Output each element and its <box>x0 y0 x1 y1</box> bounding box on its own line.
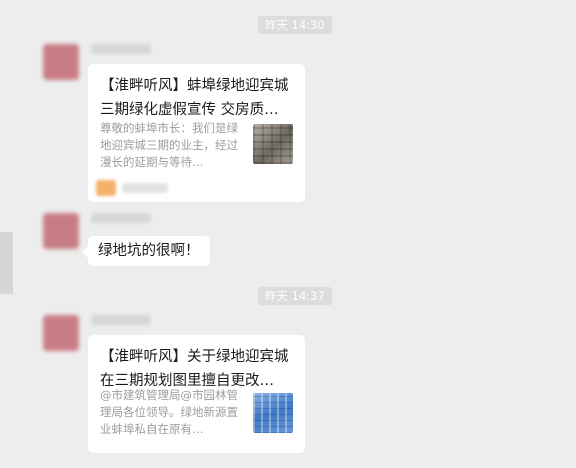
avatar[interactable] <box>43 213 79 249</box>
article-title: 【淮畔听风】关于绿地迎宾城在三期规划图里擅自更改… <box>100 349 289 389</box>
article-card[interactable]: 【淮畔听风】关于绿地迎宾城在三期规划图里擅自更改… @市建筑管理局@市园林管理局… <box>88 335 305 453</box>
sender-name <box>91 213 151 223</box>
sender-name <box>91 315 151 325</box>
timestamp-divider: 昨天 14:37 <box>258 287 332 305</box>
article-description: @市建筑管理局@市园林管理局各位领导。绿地新源置业蚌埠私自在原有… <box>100 388 238 436</box>
timestamp-divider: 昨天 14:30 <box>258 16 332 34</box>
sender-name <box>91 44 151 54</box>
source-account-icon <box>96 180 116 196</box>
avatar[interactable] <box>43 44 79 80</box>
document-thumbnail-icon <box>253 393 293 433</box>
avatar[interactable] <box>43 315 79 351</box>
source-account-name <box>122 183 168 193</box>
article-description: 尊敬的蚌埠市长：我们是绿地迎宾城三期的业主，经过漫长的延期与等待… <box>100 121 238 169</box>
timestamp-text: 昨天 14:37 <box>265 289 325 303</box>
article-title: 【淮畔听风】蚌埠绿地迎宾城三期绿化虚假宣传 交房质… <box>100 78 289 118</box>
timestamp-text: 昨天 14:30 <box>265 18 325 32</box>
photo-thumbnail-icon <box>253 124 293 164</box>
text-message-bubble[interactable]: 绿地坑的很啊！ <box>82 236 210 266</box>
article-card[interactable]: 【淮畔听风】蚌埠绿地迎宾城三期绿化虚假宣传 交房质… 尊敬的蚌埠市长：我们是绿地… <box>88 64 305 202</box>
window-edge-scrollbar[interactable] <box>0 232 13 294</box>
message-text: 绿地坑的很啊！ <box>98 243 200 259</box>
